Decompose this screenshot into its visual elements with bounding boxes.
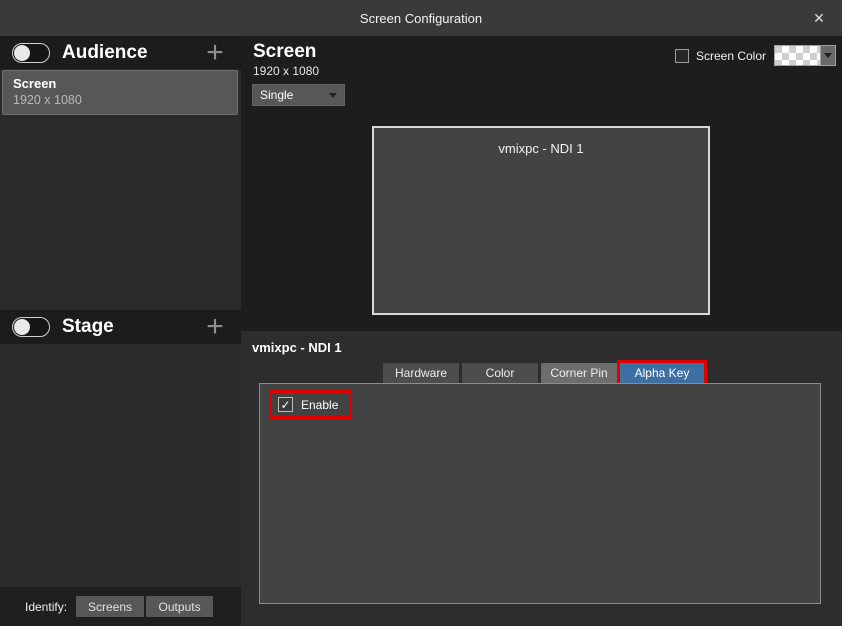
audience-label: Audience [62,42,201,64]
layout-dropdown-value: Single [260,88,329,102]
screen-preview-canvas[interactable]: vmixpc - NDI 1 [372,126,710,315]
preview-source-label: vmixpc - NDI 1 [498,141,583,156]
window-title: Screen Configuration [360,11,482,26]
screen-item-title: Screen [13,76,227,91]
add-audience-screen-icon[interactable]: + [201,39,229,67]
audience-toggle[interactable] [12,43,50,63]
sidebar-item-screen[interactable]: Screen 1920 x 1080 [2,70,238,115]
source-settings-section: vmixpc - NDI 1 Hardware Color Corner Pin… [241,331,842,626]
toggle-knob [14,45,30,61]
screen-color-dropdown[interactable] [774,45,836,66]
stage-section-header: Stage + [0,310,241,344]
identify-screens-button[interactable]: Screens [76,596,144,617]
screen-item-resolution: 1920 x 1080 [13,93,227,107]
sidebar: Audience + Screen 1920 x 1080 Stage + Id… [0,36,241,626]
screen-preview-section: Screen 1920 x 1080 Screen Color Single v… [241,36,842,331]
close-icon[interactable]: ✕ [804,0,834,36]
tab-corner-pin[interactable]: Corner Pin [541,363,617,383]
screen-resolution: 1920 x 1080 [253,64,319,78]
stage-toggle[interactable] [12,317,50,337]
page-title: Screen [253,41,316,63]
titlebar: Screen Configuration ✕ [0,0,842,36]
chevron-down-icon [824,53,832,58]
audience-section-header: Audience + [0,36,241,69]
layout-dropdown[interactable]: Single [252,84,345,106]
identify-label: Identify: [25,600,67,614]
alpha-key-panel: ✓ Enable [259,383,821,604]
check-icon: ✓ [280,398,290,412]
enable-label: Enable [301,398,338,412]
screen-color-label: Screen Color [696,49,766,63]
identify-outputs-button[interactable]: Outputs [146,596,213,617]
enable-checkbox[interactable]: ✓ [278,397,293,412]
dropdown-arrow-button[interactable] [820,46,835,65]
toggle-knob [14,319,30,335]
stage-label: Stage [62,316,201,338]
tab-hardware[interactable]: Hardware [383,363,459,383]
enable-annotation-box: ✓ Enable [269,390,352,419]
transparency-checker-swatch [775,46,820,65]
tab-alpha-key[interactable]: Alpha Key [620,363,704,383]
screen-color-checkbox[interactable] [675,49,689,63]
source-title: vmixpc - NDI 1 [252,340,342,355]
chevron-down-icon [329,93,337,98]
add-stage-screen-icon[interactable]: + [201,313,229,341]
screen-color-row: Screen Color [675,45,836,66]
tab-color[interactable]: Color [462,363,538,383]
settings-tabs: Hardware Color Corner Pin Alpha Key [383,363,704,383]
identify-bar: Identify: Screens Outputs [0,587,241,626]
